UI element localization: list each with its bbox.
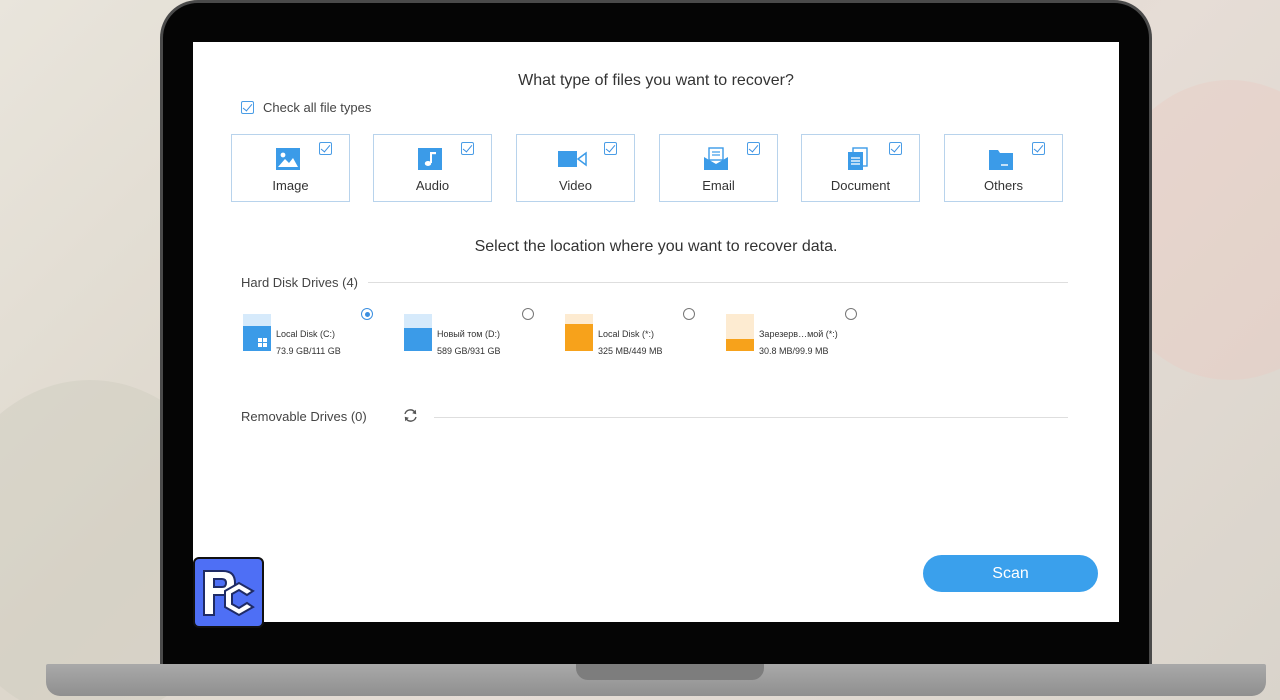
hard-disk-drives-label: Hard Disk Drives (4) [241,275,359,290]
file-type-label: Document [830,178,891,193]
removable-drives-label: Removable Drives (0) [241,409,367,424]
envelope-icon [704,147,728,170]
drive-size: 589 GB/931 GB [437,346,501,356]
file-type-document[interactable]: Document [801,134,920,202]
music-note-icon [418,148,442,170]
refresh-icon[interactable] [402,408,419,423]
divider [368,282,1068,283]
drive-usage-bar [243,314,271,351]
drive-size: 325 MB/449 MB [598,346,663,356]
app-logo-icon [193,557,264,628]
laptop-base-notch [576,664,764,680]
audio-checkbox[interactable] [461,142,474,155]
file-type-image[interactable]: Image [231,134,350,202]
video-camera-icon [558,151,587,167]
drive-radio-star[interactable] [683,308,695,320]
file-type-audio[interactable]: Audio [373,134,492,202]
file-type-label: Audio [415,178,450,193]
image-checkbox[interactable] [319,142,332,155]
video-checkbox[interactable] [604,142,617,155]
drive-name: Local Disk (*:) [598,329,655,339]
scan-button[interactable]: Scan [923,555,1098,592]
folder-icon [989,150,1013,170]
drive-local-c[interactable]: Local Disk (C:) 73.9 GB/111 GB [243,314,393,364]
file-type-video[interactable]: Video [516,134,635,202]
document-checkbox[interactable] [889,142,902,155]
drive-size: 73.9 GB/111 GB [276,346,341,356]
drive-name: Зарезерв…мой (*:) [759,329,838,339]
drive-size: 30.8 MB/99.9 MB [759,346,829,356]
file-type-label: Others [983,178,1023,193]
file-type-email[interactable]: Email [659,134,778,202]
drive-local-star[interactable]: Local Disk (*:) 325 MB/449 MB [565,314,715,364]
drive-name: Local Disk (C:) [276,329,336,339]
windows-icon [258,338,267,347]
drive-usage-bar [404,314,432,351]
file-types-heading: What type of files you want to recover? [518,72,794,89]
location-heading: Select the location where you want to re… [474,238,838,255]
drive-reserved[interactable]: Зарезерв…мой (*:) 30.8 MB/99.9 MB [726,314,876,364]
file-type-label: Video [558,178,592,193]
image-icon [276,148,300,170]
file-type-label: Email [702,178,735,193]
divider [434,417,1068,418]
check-all-checkbox[interactable] [241,101,254,114]
file-type-label: Image [272,178,309,193]
drive-local-d[interactable]: Новый том (D:) 589 GB/931 GB [404,314,554,364]
file-type-others[interactable]: Others [944,134,1063,202]
document-icon [848,147,868,170]
drive-radio-d[interactable] [522,308,534,320]
app-window: What type of files you want to recover? … [193,42,1119,622]
check-all-file-types[interactable]: Check all file types [241,100,371,115]
drive-name: Новый том (D:) [437,329,500,339]
others-checkbox[interactable] [1032,142,1045,155]
drive-radio-reserved[interactable] [845,308,857,320]
drive-radio-c[interactable] [361,308,373,320]
drive-usage-bar [726,314,754,351]
email-checkbox[interactable] [747,142,760,155]
drive-usage-bar [565,314,593,351]
check-all-label: Check all file types [263,100,372,115]
